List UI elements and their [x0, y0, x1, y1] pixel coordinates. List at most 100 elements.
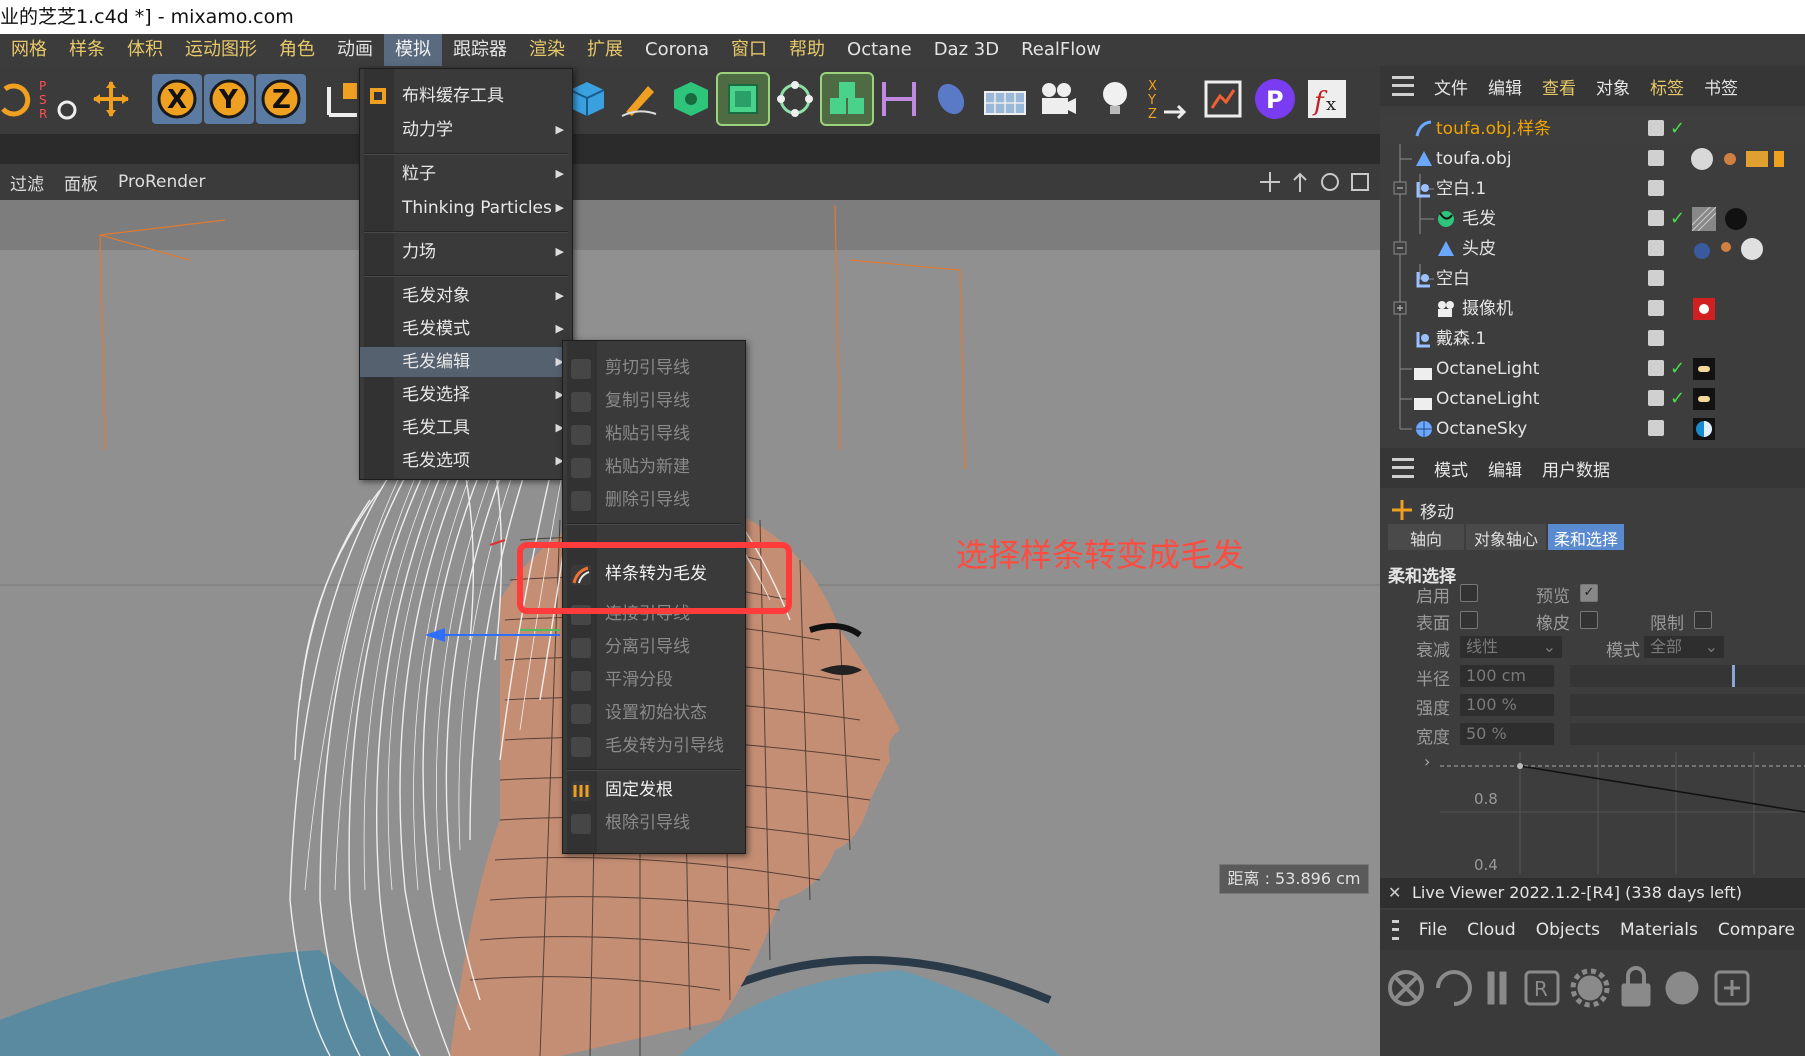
menu-window[interactable]: 窗口	[720, 34, 778, 66]
om-menu-edit[interactable]: 编辑	[1478, 74, 1532, 99]
visibility-toggle[interactable]	[1648, 270, 1664, 286]
settings-gear-icon[interactable]	[1570, 968, 1610, 1008]
menu-item-cloth-cache[interactable]: 布料缓存工具	[360, 81, 572, 111]
object-row-scalp[interactable]: 头皮	[1380, 234, 1805, 264]
camera-icon[interactable]	[1032, 74, 1082, 124]
menu-item-thinking-particles[interactable]: Thinking Particles ▶	[360, 193, 572, 223]
menu-character[interactable]: 角色	[268, 34, 326, 66]
mode-dropdown[interactable]: 全部 ⌄	[1644, 636, 1724, 658]
submenu-item-set-initial-state[interactable]: 设置初始状态	[563, 698, 745, 728]
send-scene-icon[interactable]	[1388, 970, 1424, 1006]
submenu-item-fix-roots[interactable]: 固定发根	[563, 775, 745, 805]
visibility-toggle[interactable]	[1648, 180, 1664, 196]
tab-soft-selection[interactable]: 柔和选择	[1548, 524, 1625, 550]
visibility-toggle[interactable]	[1648, 300, 1664, 316]
menu-tracker[interactable]: 跟踪器	[442, 34, 518, 66]
menu-mesh[interactable]: 网格	[0, 34, 58, 66]
submenu-item-smooth-segments[interactable]: 平滑分段	[563, 665, 745, 695]
menu-animation[interactable]: 动画	[326, 34, 384, 66]
object-row-null[interactable]: 空白	[1380, 264, 1805, 294]
submenu-item-paste-guides[interactable]: 粘贴引导线	[563, 419, 745, 449]
object-row-octanelight-1[interactable]: OctaneLight ✓	[1380, 354, 1805, 384]
floor-icon[interactable]	[980, 74, 1030, 124]
menu-volume[interactable]: 体积	[116, 34, 174, 66]
checkbox-preview[interactable]: ✓	[1580, 584, 1598, 602]
submenu-item-delete-guides[interactable]: 删除引导线	[563, 485, 745, 515]
radius-slider[interactable]	[1570, 665, 1805, 687]
falloff-graph[interactable]: › 0.8 0.4	[1380, 752, 1805, 874]
lv-menu-materials[interactable]: Materials	[1610, 920, 1708, 940]
undo-icon[interactable]	[0, 74, 36, 124]
lv-menu-file[interactable]: File	[1409, 920, 1457, 940]
visibility-toggle[interactable]	[1648, 210, 1664, 226]
object-row-toufa-obj[interactable]: toufa.obj	[1380, 144, 1805, 174]
lock-icon[interactable]	[1621, 966, 1651, 1007]
menu-simulate[interactable]: 模拟	[384, 34, 442, 66]
object-row-dyson[interactable]: 戴森.1	[1380, 324, 1805, 354]
viewport-menu-filter[interactable]: 过滤	[0, 170, 54, 195]
om-menu-file[interactable]: 文件	[1424, 74, 1478, 99]
y-axis-lock-icon[interactable]: Y	[204, 74, 254, 124]
visibility-toggle[interactable]	[1648, 420, 1664, 436]
submenu-item-split-guides[interactable]: 分离引导线	[563, 632, 745, 662]
material-ball-icon[interactable]	[1665, 971, 1699, 1005]
render-region-icon[interactable]	[1198, 74, 1248, 124]
python-script-icon[interactable]: fx	[1302, 74, 1352, 124]
extrude-generator-icon[interactable]	[716, 72, 770, 126]
checkbox-rubber[interactable]	[1580, 611, 1598, 629]
subdivision-icon[interactable]	[666, 74, 716, 124]
menu-item-hair-options[interactable]: 毛发选项 ▶	[360, 446, 572, 476]
lv-menu-objects[interactable]: Objects	[1526, 920, 1610, 940]
xyz-coordinates-icon[interactable]: XYZ	[1142, 74, 1192, 124]
menu-realflow[interactable]: RealFlow	[1010, 34, 1112, 66]
prorender-icon[interactable]: P	[1250, 74, 1300, 124]
visibility-toggle[interactable]	[1648, 390, 1664, 406]
visibility-toggle[interactable]	[1648, 240, 1664, 256]
menu-extensions[interactable]: 扩展	[576, 34, 634, 66]
hamburger-menu-icon[interactable]	[1392, 920, 1399, 940]
object-row-null-1[interactable]: 空白.1	[1380, 174, 1805, 204]
menu-item-hair-tools[interactable]: 毛发工具 ▶	[360, 413, 572, 443]
visibility-toggle[interactable]	[1648, 360, 1664, 376]
object-row-octanesky[interactable]: OctaneSky	[1380, 414, 1805, 444]
strength-field[interactable]: 100 %	[1460, 694, 1554, 716]
close-icon[interactable]: ✕	[1388, 878, 1401, 908]
x-axis-lock-icon[interactable]: X	[152, 74, 202, 124]
menu-item-hair-selection[interactable]: 毛发选择 ▶	[360, 380, 572, 410]
add-icon[interactable]	[1714, 970, 1750, 1006]
om-menu-object[interactable]: 对象	[1586, 74, 1640, 99]
checkbox-surface[interactable]	[1460, 611, 1478, 629]
falloff-dropdown[interactable]: 线性 ⌄	[1460, 636, 1562, 658]
menu-item-hair-mode[interactable]: 毛发模式 ▶	[360, 314, 572, 344]
submenu-item-cut-guides[interactable]: 剪切引导线	[563, 353, 745, 383]
menu-octane[interactable]: Octane	[836, 34, 923, 66]
visibility-toggle[interactable]	[1648, 330, 1664, 346]
lv-menu-compare[interactable]: Compare	[1708, 920, 1805, 940]
viewport-menu-panel[interactable]: 面板	[54, 170, 108, 195]
am-menu-edit[interactable]: 编辑	[1478, 456, 1532, 481]
menu-item-forces[interactable]: 力场 ▶	[360, 237, 572, 267]
pen-spline-icon[interactable]	[614, 74, 664, 124]
environment-icon[interactable]	[926, 74, 976, 124]
menu-mograph[interactable]: 运动图形	[174, 34, 268, 66]
hamburger-menu-icon[interactable]	[1392, 76, 1414, 96]
region-render-icon[interactable]: R	[1524, 970, 1560, 1006]
psr-toggle-icon[interactable]: PSR	[34, 74, 84, 124]
menu-corona[interactable]: Corona	[634, 34, 720, 66]
object-row-camera[interactable]: 摄像机	[1380, 294, 1805, 324]
tab-object-axis[interactable]: 对象轴心	[1466, 524, 1547, 550]
deformer-icon[interactable]	[874, 74, 924, 124]
object-row-hair[interactable]: 毛发 ✓	[1380, 204, 1805, 234]
am-menu-user-data[interactable]: 用户数据	[1532, 456, 1620, 481]
pause-render-icon[interactable]	[1487, 971, 1507, 1005]
menu-item-dynamics[interactable]: 动力学 ▶	[360, 115, 572, 145]
move-tool-icon[interactable]	[86, 74, 136, 124]
mograph-cloner-icon[interactable]	[820, 72, 874, 126]
am-menu-mode[interactable]: 模式	[1424, 456, 1478, 481]
hamburger-menu-icon[interactable]	[1392, 458, 1414, 478]
submenu-item-remove-guides[interactable]: 根除引导线	[563, 808, 745, 838]
menu-item-hair-edit[interactable]: 毛发编辑 ▶	[360, 347, 572, 377]
cloner-icon[interactable]	[770, 74, 820, 124]
menu-item-hair-objects[interactable]: 毛发对象 ▶	[360, 281, 572, 311]
submenu-item-copy-guides[interactable]: 复制引导线	[563, 386, 745, 416]
